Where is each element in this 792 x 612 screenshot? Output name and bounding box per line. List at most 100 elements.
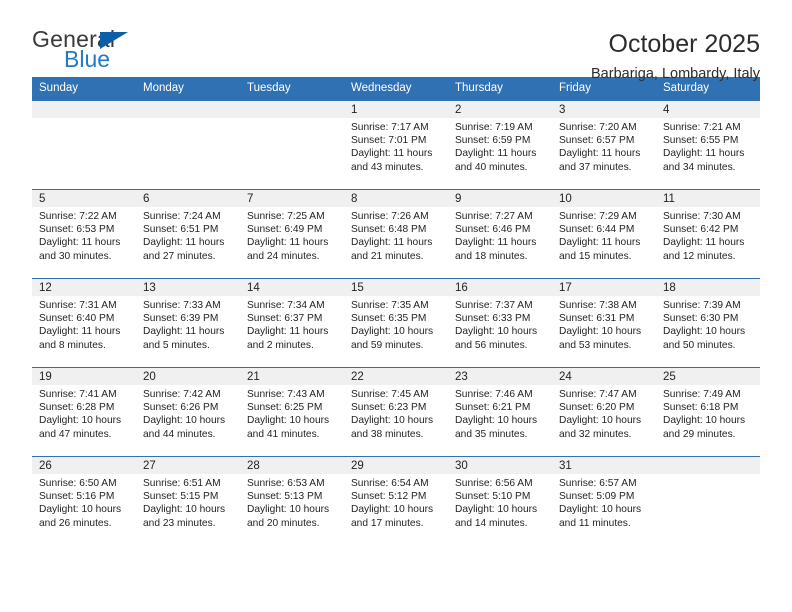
daylight-text-line2: and 38 minutes.: [351, 428, 424, 440]
day-cell[interactable]: 12 Sunrise: 7:31 AM Sunset: 6:40 PM Dayligh…: [32, 278, 136, 368]
daylight-text-line1: Daylight: 11 hours: [559, 237, 641, 249]
day-cell[interactable]: 31 Sunrise: 6:57 AM Sunset: 5:09 PM Dayligh…: [552, 456, 656, 546]
day-cell[interactable]: 7 Sunrise: 7:25 AM Sunset: 6:49 PM Daylight…: [240, 189, 344, 279]
sunset-text: Sunset: 6:23 PM: [351, 402, 427, 414]
daylight-text-line1: Daylight: 10 hours: [39, 504, 122, 516]
daylight-text-line2: and 18 minutes.: [455, 250, 528, 262]
daylight-text-line2: and 29 minutes.: [663, 428, 736, 440]
day-cell[interactable]: 26 Sunrise: 6:50 AM Sunset: 5:16 PM Dayligh…: [32, 456, 136, 546]
daylight-text-line2: and 23 minutes.: [143, 517, 216, 529]
sunrise-text: Sunrise: 7:25 AM: [247, 211, 325, 222]
daylight-text-line2: and 26 minutes.: [39, 517, 112, 529]
daylight-text-line2: and 2 minutes.: [247, 339, 314, 351]
daylight-text-line2: and 8 minutes.: [39, 339, 106, 351]
daylight-text-line2: and 11 minutes.: [559, 517, 631, 529]
day-cell[interactable]: 3 Sunrise: 7:20 AM Sunset: 6:57 PM Daylight…: [552, 100, 656, 190]
day-cell[interactable]: 5 Sunrise: 7:22 AM Sunset: 6:53 PM Daylight…: [32, 189, 136, 279]
sunset-text: Sunset: 6:33 PM: [455, 313, 531, 325]
sunrise-text: Sunrise: 7:37 AM: [455, 300, 533, 311]
day-info: Sunrise: 7:39 AM Sunset: 6:30 PM Daylight:…: [656, 296, 760, 352]
sunset-text: Sunset: 6:42 PM: [663, 224, 739, 236]
day-number: [136, 101, 240, 118]
day-cell[interactable]: 19 Sunrise: 7:41 AM Sunset: 6:28 PM Dayligh…: [32, 367, 136, 457]
weekday-header-wednesday: Wednesday: [344, 77, 448, 101]
sunrise-text: Sunrise: 7:49 AM: [663, 389, 741, 400]
sunrise-text: Sunrise: 7:41 AM: [39, 389, 117, 400]
brand-logo[interactable]: General Blue: [32, 28, 192, 78]
day-cell[interactable]: 9 Sunrise: 7:27 AM Sunset: 6:46 PM Daylight…: [448, 189, 552, 279]
daylight-text-line1: Daylight: 11 hours: [351, 148, 433, 160]
day-info: Sunrise: 7:47 AM Sunset: 6:20 PM Daylight:…: [552, 385, 656, 441]
day-cell[interactable]: 20 Sunrise: 7:42 AM Sunset: 6:26 PM Dayligh…: [136, 367, 240, 457]
day-cell[interactable]: 17 Sunrise: 7:38 AM Sunset: 6:31 PM Dayligh…: [552, 278, 656, 368]
day-number: 19: [32, 368, 136, 385]
sunset-text: Sunset: 5:13 PM: [247, 491, 323, 503]
day-info: Sunrise: 7:35 AM Sunset: 6:35 PM Daylight:…: [344, 296, 448, 352]
day-cell[interactable]: 10 Sunrise: 7:29 AM Sunset: 6:44 PM Dayligh…: [552, 189, 656, 279]
daylight-text-line2: and 56 minutes.: [455, 339, 528, 351]
day-info: Sunrise: 7:19 AM Sunset: 6:59 PM Daylight:…: [448, 118, 552, 174]
sunset-text: Sunset: 6:48 PM: [351, 224, 427, 236]
day-cell[interactable]: 11 Sunrise: 7:30 AM Sunset: 6:42 PM Dayligh…: [656, 189, 760, 279]
daylight-text-line1: Daylight: 10 hours: [559, 504, 642, 516]
day-cell[interactable]: 22 Sunrise: 7:45 AM Sunset: 6:23 PM Dayligh…: [344, 367, 448, 457]
day-cell[interactable]: 24 Sunrise: 7:47 AM Sunset: 6:20 PM Dayligh…: [552, 367, 656, 457]
daylight-text-line1: Daylight: 10 hours: [663, 326, 746, 338]
day-number: 22: [344, 368, 448, 385]
daylight-text-line1: Daylight: 10 hours: [351, 415, 434, 427]
day-cell-empty: [32, 100, 136, 190]
day-number: 6: [136, 190, 240, 207]
daylight-text-line1: Daylight: 10 hours: [559, 326, 642, 338]
page-header: General Blue October 2025 Barbariga, Lom…: [32, 0, 761, 82]
day-number: 16: [448, 279, 552, 296]
day-cell[interactable]: 21 Sunrise: 7:43 AM Sunset: 6:25 PM Dayligh…: [240, 367, 344, 457]
sunset-text: Sunset: 6:49 PM: [247, 224, 323, 236]
daylight-text-line2: and 21 minutes.: [351, 250, 424, 262]
sunrise-text: Sunrise: 6:53 AM: [247, 478, 325, 489]
day-cell[interactable]: 27 Sunrise: 6:51 AM Sunset: 5:15 PM Dayligh…: [136, 456, 240, 546]
day-cell[interactable]: 6 Sunrise: 7:24 AM Sunset: 6:51 PM Daylight…: [136, 189, 240, 279]
sunrise-text: Sunrise: 7:22 AM: [39, 211, 117, 222]
day-info: Sunrise: 7:29 AM Sunset: 6:44 PM Daylight:…: [552, 207, 656, 263]
day-cell[interactable]: 23 Sunrise: 7:46 AM Sunset: 6:21 PM Dayligh…: [448, 367, 552, 457]
day-cell[interactable]: 25 Sunrise: 7:49 AM Sunset: 6:18 PM Dayligh…: [656, 367, 760, 457]
day-cell[interactable]: 30 Sunrise: 6:56 AM Sunset: 5:10 PM Dayligh…: [448, 456, 552, 546]
day-cell[interactable]: 29 Sunrise: 6:54 AM Sunset: 5:12 PM Dayligh…: [344, 456, 448, 546]
day-number: 27: [136, 457, 240, 474]
day-cell[interactable]: 13 Sunrise: 7:33 AM Sunset: 6:39 PM Dayligh…: [136, 278, 240, 368]
sunset-text: Sunset: 5:16 PM: [39, 491, 115, 503]
day-number: 10: [552, 190, 656, 207]
day-cell[interactable]: 8 Sunrise: 7:26 AM Sunset: 6:48 PM Daylight…: [344, 189, 448, 279]
sunrise-text: Sunrise: 7:43 AM: [247, 389, 325, 400]
day-number: 1: [344, 101, 448, 118]
weekday-header-sunday: Sunday: [32, 77, 136, 101]
daylight-text-line1: Daylight: 11 hours: [39, 326, 121, 338]
sunrise-text: Sunrise: 7:31 AM: [39, 300, 117, 311]
day-cell[interactable]: 28 Sunrise: 6:53 AM Sunset: 5:13 PM Dayligh…: [240, 456, 344, 546]
day-number: 9: [448, 190, 552, 207]
daylight-text-line1: Daylight: 10 hours: [351, 326, 434, 338]
day-number: 3: [552, 101, 656, 118]
day-cell[interactable]: 16 Sunrise: 7:37 AM Sunset: 6:33 PM Dayligh…: [448, 278, 552, 368]
day-cell[interactable]: 4 Sunrise: 7:21 AM Sunset: 6:55 PM Daylight…: [656, 100, 760, 190]
daylight-text-line2: and 34 minutes.: [663, 161, 736, 173]
day-cell[interactable]: 1 Sunrise: 7:17 AM Sunset: 7:01 PM Daylight…: [344, 100, 448, 190]
sunset-text: Sunset: 6:26 PM: [143, 402, 219, 414]
page-title: October 2025: [608, 30, 761, 58]
daylight-text-line1: Daylight: 11 hours: [455, 237, 537, 249]
day-info: Sunrise: 7:31 AM Sunset: 6:40 PM Daylight:…: [32, 296, 136, 352]
sunset-text: Sunset: 6:55 PM: [663, 135, 739, 147]
daylight-text-line1: Daylight: 10 hours: [143, 504, 226, 516]
day-cell[interactable]: 14 Sunrise: 7:34 AM Sunset: 6:37 PM Dayligh…: [240, 278, 344, 368]
brand-name-secondary: Blue: [64, 46, 111, 72]
daylight-text-line1: Daylight: 10 hours: [351, 504, 434, 516]
sunset-text: Sunset: 6:39 PM: [143, 313, 219, 325]
day-cell[interactable]: 2 Sunrise: 7:19 AM Sunset: 6:59 PM Daylight…: [448, 100, 552, 190]
day-cell[interactable]: 15 Sunrise: 7:35 AM Sunset: 6:35 PM Dayligh…: [344, 278, 448, 368]
day-info: Sunrise: 6:57 AM Sunset: 5:09 PM Daylight:…: [552, 474, 656, 530]
day-cell[interactable]: 18 Sunrise: 7:39 AM Sunset: 6:30 PM Dayligh…: [656, 278, 760, 368]
day-info: Sunrise: 7:30 AM Sunset: 6:42 PM Daylight:…: [656, 207, 760, 263]
sunset-text: Sunset: 6:46 PM: [455, 224, 531, 236]
daylight-text-line2: and 15 minutes.: [559, 250, 632, 262]
day-info: Sunrise: 6:53 AM Sunset: 5:13 PM Daylight:…: [240, 474, 344, 530]
